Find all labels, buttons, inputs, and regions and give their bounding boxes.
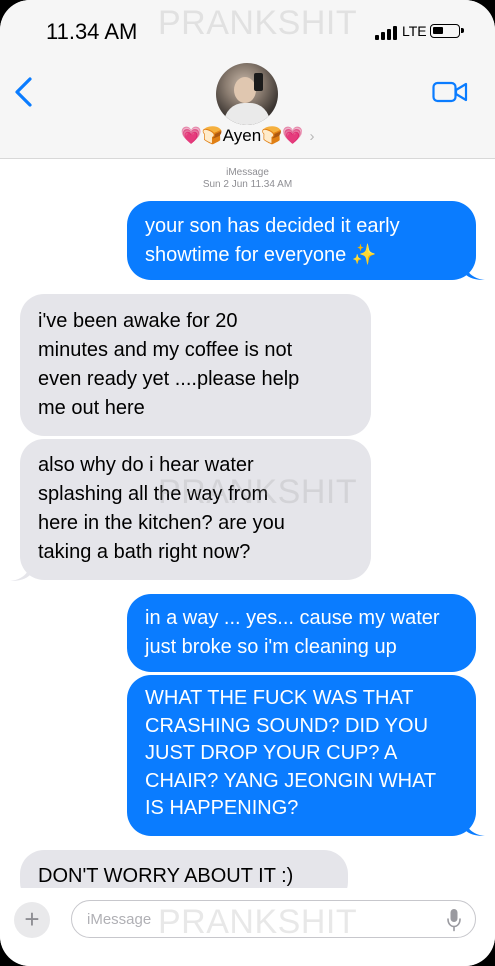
- message-line: taking a bath right now?: [38, 541, 251, 563]
- service-label: iMessage: [226, 167, 269, 178]
- message-bubble-received[interactable]: also why do i hear water splashing all t…: [20, 439, 371, 580]
- message-line: minutes and my coffee is not: [38, 339, 293, 361]
- message-line: WHAT THE FUCK WAS THAT: [145, 687, 414, 709]
- message-line: DON'T WORRY ABOUT IT :): [38, 865, 294, 887]
- status-time: 11.34 AM: [46, 19, 138, 44]
- contact-name-button[interactable]: 💗🍞Ayen🍞💗 ›: [0, 126, 495, 146]
- message-line: me out here: [38, 397, 145, 419]
- message-bubble-sent[interactable]: WHAT THE FUCK WAS THAT CRASHING SOUND? D…: [127, 675, 476, 836]
- message-bubble-sent[interactable]: your son has decided it early showtime f…: [127, 201, 476, 280]
- message-line: splashing all the way from: [38, 483, 269, 505]
- message-input[interactable]: [71, 900, 476, 938]
- microphone-icon[interactable]: [446, 908, 462, 932]
- message-line: also why do i hear water: [38, 454, 254, 476]
- message-line: in a way ... yes... cause my water: [145, 607, 440, 629]
- message-line: JUST DROP YOUR CUP? A: [145, 742, 398, 764]
- message-bubble-sent[interactable]: in a way ... yes... cause my water just …: [127, 594, 476, 672]
- contact-avatar[interactable]: [216, 63, 278, 125]
- message-line: IS HAPPENING?: [145, 797, 299, 819]
- battery-icon: [430, 24, 464, 38]
- network-label: LTE: [402, 23, 427, 39]
- video-camera-icon[interactable]: [432, 80, 468, 104]
- phone-screen: 11.34 AM PRANKSHIT LTE 💗🍞Ayen🍞💗 › iMessag…: [0, 0, 495, 966]
- back-chevron-icon[interactable]: [12, 76, 40, 108]
- message-line: i've been awake for 20: [38, 310, 238, 332]
- message-line: even ready yet ....please help: [38, 368, 300, 390]
- plus-icon[interactable]: +: [14, 902, 50, 938]
- message-bubble-received[interactable]: i've been awake for 20 minutes and my co…: [20, 294, 371, 436]
- message-line: your son has decided it early: [145, 215, 400, 237]
- message-line: here in the kitchen? are you: [38, 512, 285, 534]
- chevron-right-icon: ›: [309, 128, 315, 145]
- message-input-bar: + PRANKSHIT: [0, 888, 495, 966]
- message-line: CHAIR? YANG JEONGIN WHAT: [145, 769, 437, 792]
- message-line: showtime for everyone ✨: [145, 244, 377, 266]
- message-timestamp: Sun 2 Jun 11.34 AM: [202, 179, 293, 190]
- signal-icon: [375, 26, 399, 40]
- conversation-header: 11.34 AM PRANKSHIT LTE 💗🍞Ayen🍞💗 ›: [0, 0, 495, 159]
- watermark-top: PRANKSHIT: [158, 4, 358, 42]
- message-line: just broke so i'm cleaning up: [145, 636, 397, 658]
- message-line: CRASHING SOUND? DID YOU: [145, 714, 429, 737]
- contact-name: 💗🍞Ayen🍞💗: [180, 126, 304, 145]
